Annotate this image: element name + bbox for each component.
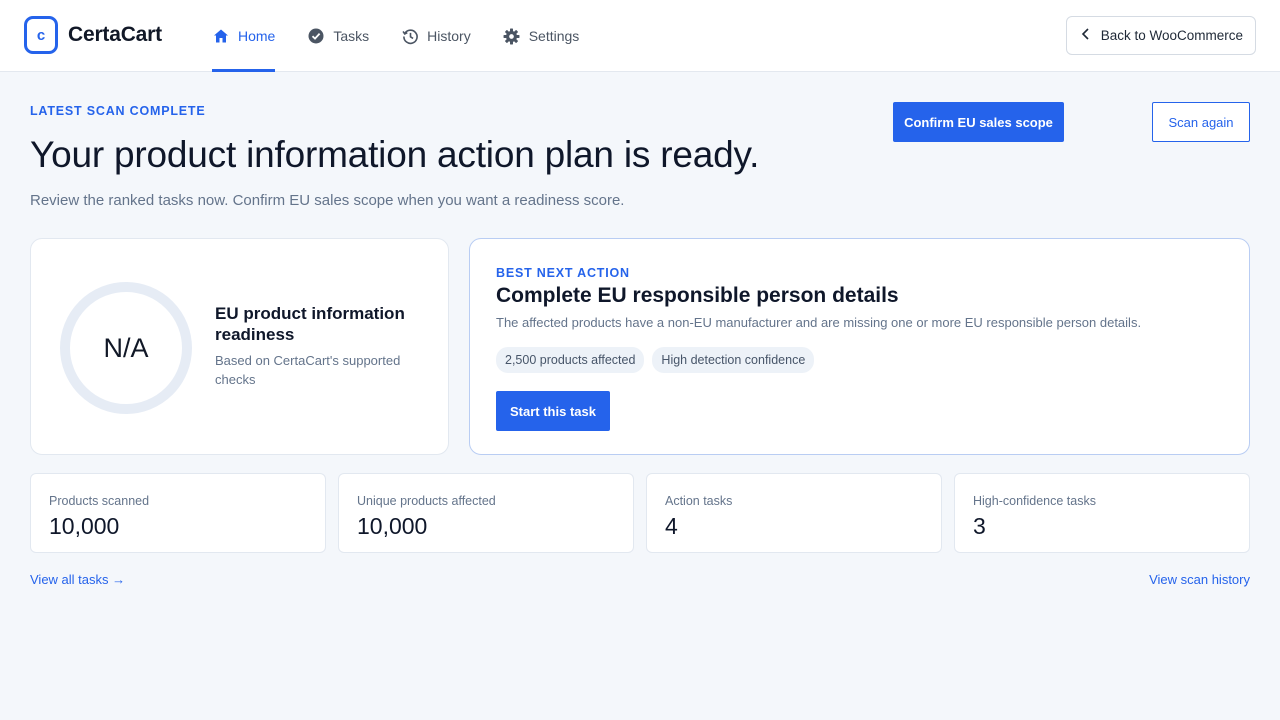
- action-title: Complete EU responsible person details: [496, 284, 899, 307]
- readiness-title: EU product information readiness: [215, 304, 405, 344]
- back-to-woocommerce-button[interactable]: Back to WooCommerce: [1065, 16, 1256, 55]
- nav-history-label: History: [427, 28, 471, 44]
- scan-status-eyebrow: LATEST SCAN COMPLETE: [30, 104, 206, 118]
- top-bar: c CertaCart Home Tasks History Settings …: [0, 0, 1280, 72]
- gear-icon: [503, 27, 521, 45]
- start-task-button[interactable]: Start this task: [496, 391, 610, 431]
- confirm-eu-sales-scope-button[interactable]: Confirm EU sales scope: [893, 102, 1064, 142]
- stat-products-scanned: Products scanned 10,000: [30, 473, 326, 553]
- stat-high-confidence-tasks: High-confidence tasks 3: [954, 473, 1250, 553]
- home-icon: [212, 27, 230, 45]
- brand-name: CertaCart: [68, 23, 162, 46]
- stat-value: 3: [973, 513, 986, 539]
- nav-tasks-label: Tasks: [333, 28, 370, 44]
- products-affected-chip: 2,500 products affected: [496, 347, 645, 373]
- action-description: The affected products have a non-EU manu…: [496, 315, 1142, 330]
- main-nav: Home Tasks History Settings: [212, 0, 611, 72]
- scan-again-button[interactable]: Scan again: [1152, 102, 1250, 142]
- stat-unique-products-affected: Unique products affected 10,000: [338, 473, 634, 553]
- best-next-action-eyebrow: BEST NEXT ACTION: [496, 266, 630, 280]
- chevron-left-icon: [1081, 28, 1091, 43]
- best-next-action-card: BEST NEXT ACTION Complete EU responsible…: [469, 238, 1250, 455]
- stat-label: Action tasks: [665, 494, 733, 508]
- confidence-chip: High detection confidence: [652, 347, 815, 373]
- view-scan-history-link[interactable]: View scan history: [1149, 572, 1250, 587]
- stat-label: Unique products affected: [357, 494, 496, 508]
- certacart-logo-icon: c: [24, 16, 58, 54]
- brand[interactable]: c CertaCart: [24, 16, 162, 54]
- stat-value: 10,000: [357, 513, 428, 539]
- stat-value: 10,000: [49, 513, 120, 539]
- page-subtitle: Review the ranked tasks now. Confirm EU …: [30, 192, 625, 209]
- nav-settings[interactable]: Settings: [503, 0, 580, 72]
- nav-tasks[interactable]: Tasks: [307, 0, 369, 72]
- stat-value: 4: [665, 513, 678, 539]
- stat-label: High-confidence tasks: [973, 494, 1096, 508]
- nav-home-label: Home: [238, 28, 276, 44]
- stat-action-tasks: Action tasks 4: [646, 473, 942, 553]
- action-chips: 2,500 products affected High detection c…: [496, 347, 815, 373]
- readiness-subtitle: Based on CertaCart's supported checks: [215, 353, 401, 387]
- nav-settings-label: Settings: [528, 28, 580, 44]
- stat-label: Products scanned: [49, 494, 150, 508]
- readiness-card: N/A EU product information readiness Bas…: [30, 238, 449, 455]
- check-circle-icon: [307, 27, 325, 45]
- nav-home[interactable]: Home: [212, 0, 276, 72]
- nav-history[interactable]: History: [401, 0, 471, 72]
- back-label: Back to WooCommerce: [1100, 28, 1243, 43]
- history-icon: [401, 27, 419, 45]
- view-all-tasks-link[interactable]: View all tasks →: [30, 572, 125, 587]
- page-title: Your product information action plan is …: [30, 134, 760, 175]
- readiness-score-ring: N/A: [60, 282, 192, 414]
- readiness-score-value: N/A: [103, 332, 149, 363]
